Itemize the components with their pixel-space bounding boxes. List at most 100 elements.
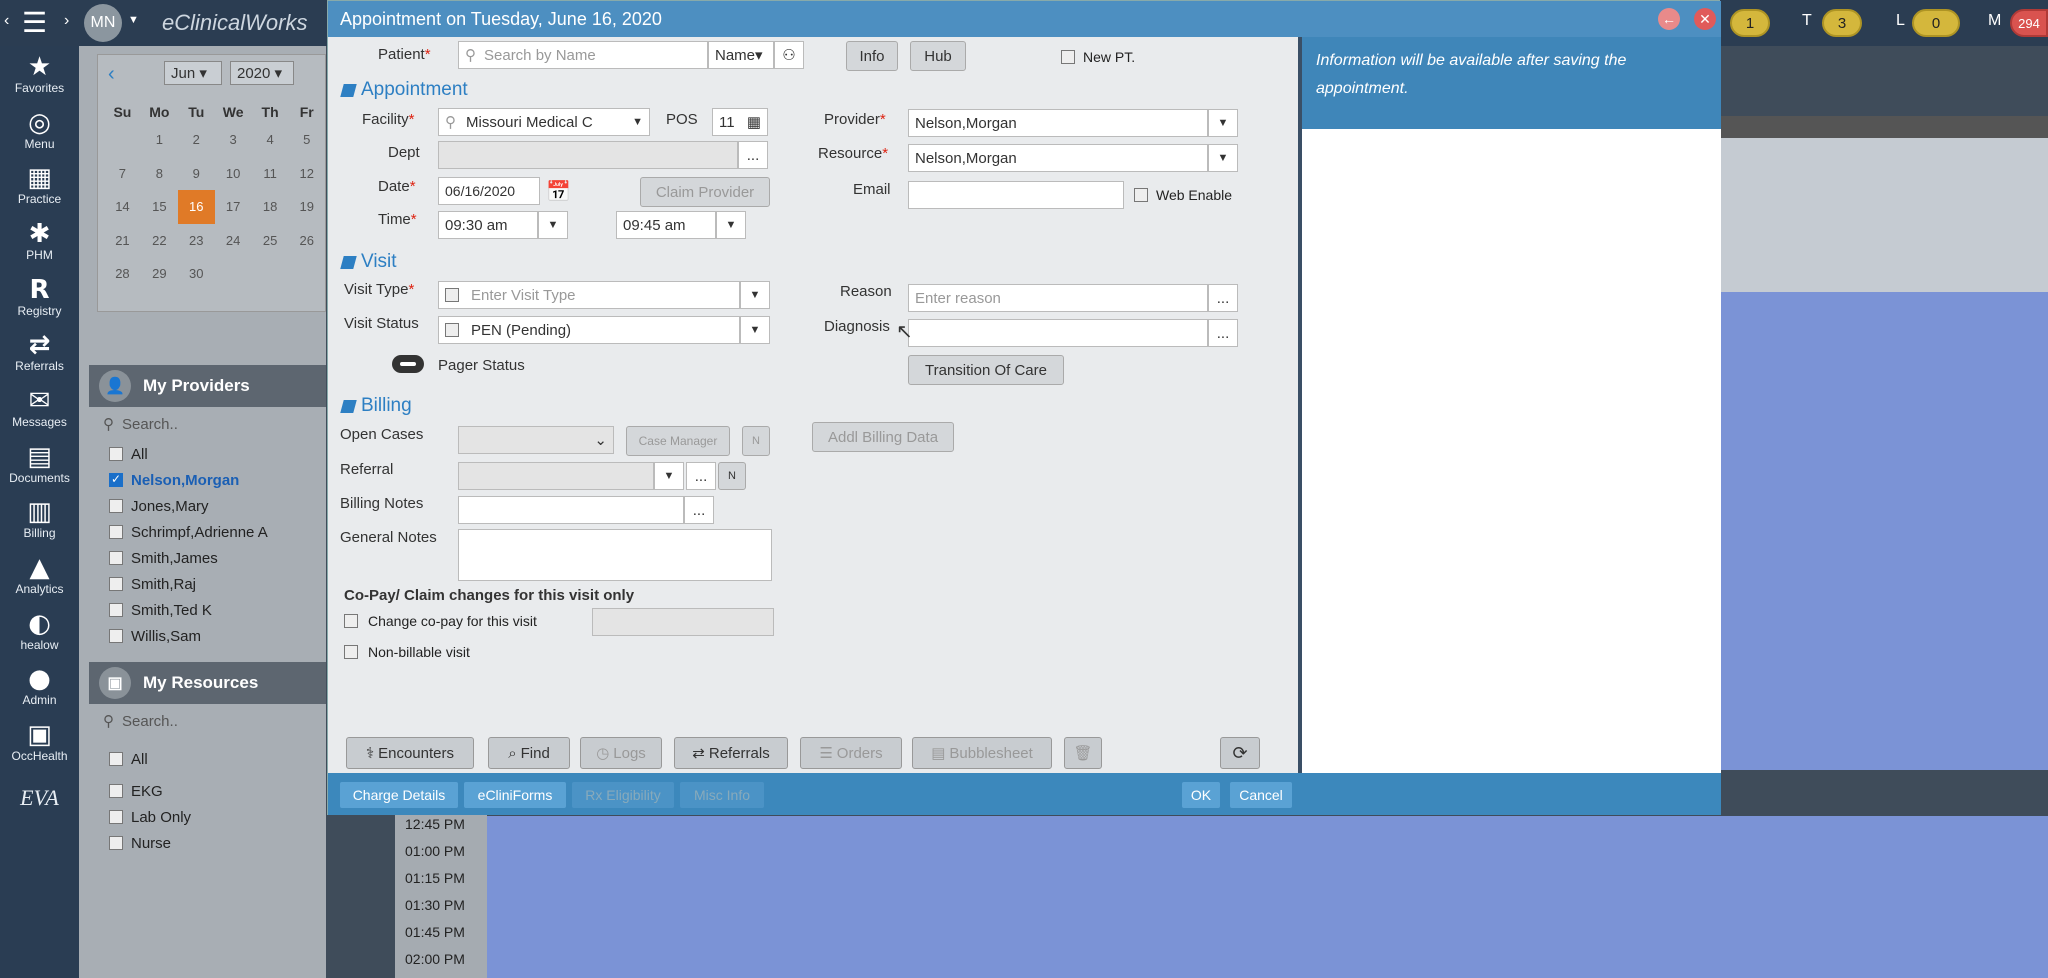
calendar-day[interactable]: 25	[252, 224, 289, 258]
resource-dropdown[interactable]: ▼	[1208, 144, 1238, 172]
resource-item[interactable]: EKG	[89, 778, 326, 804]
schedule-appointment-block[interactable]	[486, 816, 2048, 978]
cancel-button[interactable]: Cancel	[1230, 782, 1292, 808]
encounters-button[interactable]: ⚕ Encounters	[346, 737, 474, 769]
open-cases-select[interactable]: ⌄	[458, 426, 614, 454]
calendar-day[interactable]: 3	[215, 123, 252, 157]
resource-item[interactable]: Nurse	[89, 830, 326, 856]
date-input[interactable]: 06/16/2020	[438, 177, 540, 205]
provider-item[interactable]: Smith,Ted K	[89, 597, 326, 623]
provider-item[interactable]: Nelson,Morgan	[89, 467, 326, 493]
visit-type-input[interactable]: Enter Visit Type	[438, 281, 740, 309]
resource-item[interactable]: All	[89, 746, 326, 772]
referral-n-button[interactable]: N	[718, 462, 746, 490]
calendar-day[interactable]: 15	[141, 190, 178, 224]
calendar-day[interactable]: 23	[178, 224, 215, 258]
provider-checkbox[interactable]	[109, 472, 123, 487]
nav-item-documents[interactable]: ▤ Documents	[0, 436, 79, 492]
task-counter-badge[interactable]: 3	[1822, 9, 1862, 37]
misc-info-button[interactable]: Misc Info	[680, 782, 764, 808]
info-button[interactable]: Info	[846, 41, 898, 71]
facility-select[interactable]: ⚲ Missouri Medical C ▼	[438, 108, 650, 136]
calendar-day[interactable]: 30	[178, 257, 215, 291]
nav-item-occhealth[interactable]: ▣ OccHealth	[0, 714, 79, 770]
close-icon[interactable]: ✕	[1694, 8, 1716, 30]
provider-item[interactable]: Smith,James	[89, 545, 326, 571]
message-counter-badge[interactable]: 294	[2010, 9, 2048, 37]
logs-button[interactable]: ◷ Logs	[580, 737, 662, 769]
dept-more-button[interactable]: ...	[738, 141, 768, 169]
web-enable-checkbox-box[interactable]	[1134, 188, 1148, 202]
visit-type-dropdown[interactable]: ▼	[740, 281, 770, 309]
copay-amount-input[interactable]	[592, 608, 774, 636]
calendar-icon[interactable]: 📅	[546, 179, 571, 204]
orders-button[interactable]: ☰ Orders	[800, 737, 902, 769]
calendar-day[interactable]: 14	[104, 190, 141, 224]
case-manager-button[interactable]: Case Manager	[626, 426, 730, 456]
provider-dropdown[interactable]: ▼	[1208, 109, 1238, 137]
hub-button[interactable]: Hub	[910, 41, 966, 71]
calendar-day[interactable]: 28	[104, 257, 141, 291]
nav-item-messages[interactable]: ✉ Messages	[0, 380, 79, 436]
visit-status-select[interactable]: PEN (Pending)	[438, 316, 740, 344]
email-input[interactable]	[908, 181, 1124, 209]
pos-calculator-icon[interactable]: ▦	[747, 113, 761, 131]
nav-item-billing[interactable]: ▥ Billing	[0, 492, 79, 548]
transition-of-care-button[interactable]: Transition Of Care	[908, 355, 1064, 385]
schedule-blocks[interactable]	[1720, 292, 2048, 770]
lab-counter-badge[interactable]: 0	[1912, 9, 1960, 37]
resource-item[interactable]: Lab Only	[89, 804, 326, 830]
referral-input[interactable]	[458, 462, 654, 490]
resource-select[interactable]: Nelson,Morgan	[908, 144, 1208, 172]
provider-checkbox[interactable]	[109, 499, 123, 513]
chevron-down-icon[interactable]: ▼	[128, 14, 139, 26]
provider-item[interactable]: All	[89, 441, 326, 467]
pos-input[interactable]: 11 ▦	[712, 108, 768, 136]
nav-item-healow[interactable]: ◐ healow	[0, 603, 79, 659]
calendar-day[interactable]: 8	[141, 157, 178, 191]
provider-checkbox[interactable]	[109, 551, 123, 565]
nav-item-practice[interactable]: ▦ Practice	[0, 157, 79, 213]
nav-item-referrals[interactable]: ⇄ Referrals	[0, 324, 79, 380]
calendar-day[interactable]: 16	[177, 190, 215, 224]
reason-more-button[interactable]: ...	[1208, 284, 1238, 312]
change-copay-checkbox[interactable]: Change co-pay for this visit	[344, 613, 537, 629]
provider-checkbox[interactable]	[109, 577, 123, 591]
my-providers-header[interactable]: 👤 My Providers	[89, 365, 326, 407]
provider-checkbox[interactable]	[109, 447, 123, 461]
visit-status-checkbox[interactable]	[445, 323, 459, 337]
calendar-day[interactable]: 29	[141, 257, 178, 291]
end-time-input[interactable]: 09:45 am	[616, 211, 716, 239]
addl-billing-data-button[interactable]: Addl Billing Data	[812, 422, 954, 452]
calendar-day[interactable]: 24	[215, 224, 252, 258]
calendar-day[interactable]: 19	[288, 190, 325, 224]
resource-checkbox[interactable]	[109, 836, 123, 850]
provider-checkbox[interactable]	[109, 603, 123, 617]
dept-input[interactable]	[438, 141, 738, 169]
referrals-button[interactable]: ⇄ Referrals	[674, 737, 788, 769]
calendar-day[interactable]: 9	[178, 157, 215, 191]
bubblesheet-button[interactable]: ▤ Bubblesheet	[912, 737, 1052, 769]
back-arrow-icon[interactable]: ‹	[4, 12, 9, 30]
name-select[interactable]: Name ▾	[708, 41, 774, 69]
trash-icon[interactable]: 🗑	[1064, 737, 1102, 769]
end-time-dropdown[interactable]: ▼	[716, 211, 746, 239]
pager-status-toggle[interactable]	[392, 355, 424, 373]
calendar-day[interactable]: 26	[288, 224, 325, 258]
patient-lookup-icon[interactable]: ⚇	[774, 41, 804, 69]
forward-arrow-icon[interactable]: ›	[64, 12, 69, 30]
nav-item-favorites[interactable]: ★ Favorites	[0, 46, 79, 102]
back-arrow-icon[interactable]: ←	[1658, 8, 1680, 30]
counter-badge[interactable]: 1	[1730, 9, 1770, 37]
reason-input[interactable]: Enter reason	[908, 284, 1208, 312]
change-copay-checkbox-box[interactable]	[344, 614, 358, 628]
start-time-dropdown[interactable]: ▼	[538, 211, 568, 239]
provider-item[interactable]: Jones,Mary	[89, 493, 326, 519]
visit-type-checkbox[interactable]	[445, 288, 459, 302]
resource-checkbox[interactable]	[109, 752, 123, 766]
provider-item[interactable]: Smith,Raj	[89, 571, 326, 597]
new-pt-checkbox[interactable]: New PT.	[1061, 49, 1135, 65]
diagnosis-input[interactable]	[908, 319, 1208, 347]
web-enable-checkbox[interactable]: Web Enable	[1134, 187, 1232, 203]
provider-checkbox[interactable]	[109, 629, 123, 643]
